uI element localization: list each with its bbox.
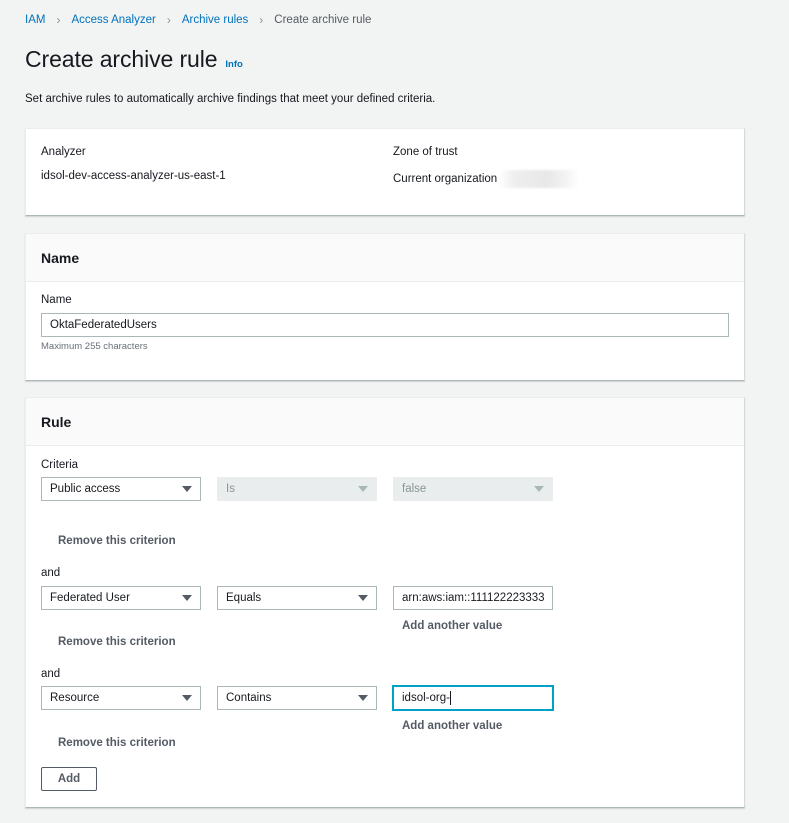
criterion-3-add-another-value-button[interactable]: Add another value <box>402 720 502 732</box>
criterion-1-value-select: false <box>393 477 553 501</box>
zone-of-trust-label: Zone of trust <box>393 146 458 158</box>
name-field-label: Name <box>41 294 72 306</box>
rule-panel-title: Rule <box>41 413 72 430</box>
title-row: Create archive rule Info <box>25 46 243 73</box>
rule-panel-header: Rule <box>26 398 744 446</box>
criterion-3-operator-value: Contains <box>226 692 272 704</box>
rule-panel: Rule Criteria Public access Is false Rem… <box>25 397 745 808</box>
breadcrumb-access-analyzer[interactable]: Access Analyzer <box>71 14 155 26</box>
name-input[interactable]: OktaFederatedUsers <box>41 313 729 337</box>
chevron-right-icon: › <box>259 13 264 27</box>
caret-down-icon <box>182 486 192 492</box>
criterion-3-value-text: idsol-org- <box>402 692 450 704</box>
and-label-2: and <box>41 567 61 579</box>
criterion-3-property-select[interactable]: Resource <box>41 686 201 710</box>
remove-criterion-3-button[interactable]: Remove this criterion <box>58 737 176 749</box>
criterion-2-operator-select[interactable]: Equals <box>217 586 377 610</box>
caret-down-icon <box>358 695 368 701</box>
chevron-right-icon: › <box>56 13 61 27</box>
name-panel-title: Name <box>41 249 80 266</box>
criterion-2-add-another-value-button[interactable]: Add another value <box>402 620 502 632</box>
name-hint: Maximum 255 characters <box>41 341 148 352</box>
criterion-3-property-value: Resource <box>50 692 100 704</box>
breadcrumb-iam[interactable]: IAM <box>25 14 45 26</box>
criterion-2-value-text: arn:aws:iam::111122223333 <box>402 592 545 604</box>
analyzer-value: idsol-dev-access-analyzer-us-east-1 <box>41 170 226 182</box>
caret-down-icon <box>358 595 368 601</box>
breadcrumb: IAM › Access Analyzer › Archive rules › … <box>25 13 371 27</box>
chevron-right-icon: › <box>166 13 171 27</box>
remove-criterion-1-button[interactable]: Remove this criterion <box>58 535 176 547</box>
criterion-2-property-select[interactable]: Federated User <box>41 586 201 610</box>
remove-criterion-2-button[interactable]: Remove this criterion <box>58 636 176 648</box>
caret-down-icon <box>182 595 192 601</box>
criterion-1-property-value: Public access <box>50 483 121 495</box>
criterion-2-value-input[interactable]: arn:aws:iam::111122223333 <box>393 586 553 610</box>
criterion-1-value-value: false <box>402 483 427 495</box>
criteria-label: Criteria <box>41 459 79 471</box>
zone-of-trust-value-row: Current organization <box>393 170 580 188</box>
name-input-value: OktaFederatedUsers <box>50 319 157 331</box>
zone-of-trust-value: Current organization <box>393 173 498 185</box>
caret-down-icon <box>358 486 368 492</box>
name-panel-header: Name <box>26 234 744 282</box>
caret-down-icon <box>182 695 192 701</box>
breadcrumb-current: Create archive rule <box>274 14 372 26</box>
analyzer-summary-panel: Analyzer idsol-dev-access-analyzer-us-ea… <box>25 128 745 216</box>
add-criterion-button[interactable]: Add <box>41 767 97 791</box>
page-title: Create archive rule <box>25 46 218 72</box>
criterion-1-property-select[interactable]: Public access <box>41 477 201 501</box>
name-panel: Name Name OktaFederatedUsers Maximum 255… <box>25 233 745 381</box>
criterion-2-property-value: Federated User <box>50 592 130 604</box>
breadcrumb-archive-rules[interactable]: Archive rules <box>182 14 248 26</box>
criterion-1-operator-select: Is <box>217 477 377 501</box>
criterion-3-value-input[interactable]: idsol-org- <box>393 686 553 710</box>
caret-down-icon <box>534 486 544 492</box>
analyzer-label: Analyzer <box>41 146 86 158</box>
text-cursor <box>449 691 451 705</box>
info-link[interactable]: Info <box>225 59 242 70</box>
page: IAM › Access Analyzer › Archive rules › … <box>0 0 789 823</box>
redacted-organization-id <box>499 170 580 188</box>
criterion-1-operator-value: Is <box>226 483 235 495</box>
criterion-2-operator-value: Equals <box>226 592 262 604</box>
and-label-3: and <box>41 668 61 680</box>
criterion-3-operator-select[interactable]: Contains <box>217 686 377 710</box>
page-description: Set archive rules to automatically archi… <box>25 93 436 105</box>
